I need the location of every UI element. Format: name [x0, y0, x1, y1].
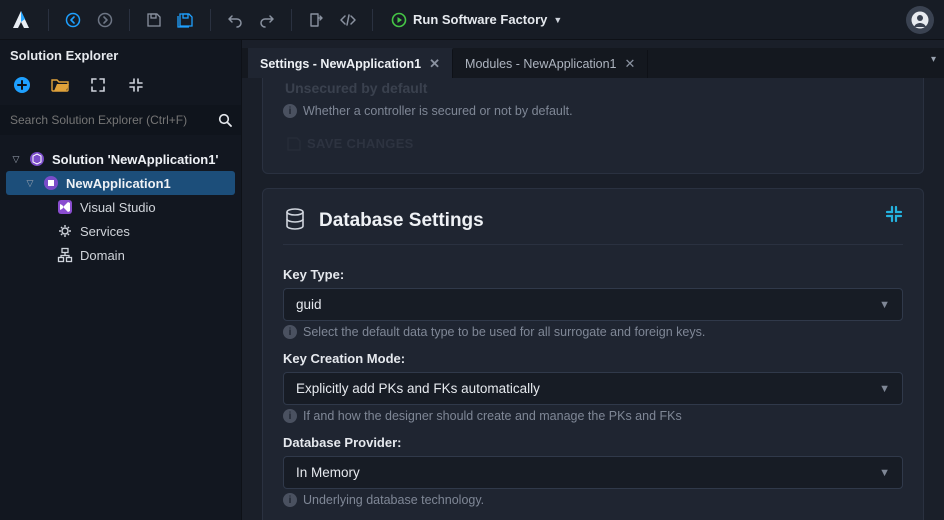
- search-icon[interactable]: [209, 113, 241, 127]
- field-hint: i Select the default data type to be use…: [283, 321, 903, 345]
- nav-back-button[interactable]: [59, 6, 87, 34]
- open-button[interactable]: [50, 75, 70, 95]
- field-hint: i If and how the designer should create …: [283, 405, 903, 429]
- hint-text: Whether a controller is secured or not b…: [303, 104, 573, 118]
- twisty-icon: ▽: [24, 178, 36, 189]
- tree-label: NewApplication1: [66, 176, 171, 191]
- close-icon[interactable]: ✕: [429, 56, 440, 72]
- info-icon: i: [283, 325, 297, 339]
- editor-area: Settings - NewApplication1 ✕ Modules - N…: [242, 40, 944, 520]
- tree-item-visual-studio[interactable]: Visual Studio: [6, 195, 235, 219]
- field-label: Key Creation Mode:: [283, 345, 903, 372]
- domain-icon: [56, 246, 74, 264]
- code-button[interactable]: [334, 6, 362, 34]
- section-title: Database Settings: [319, 210, 484, 232]
- play-icon: [391, 12, 407, 28]
- info-icon: i: [283, 409, 297, 423]
- hint-text: If and how the designer should create an…: [303, 409, 682, 423]
- save-label: SAVE CHANGES: [307, 136, 414, 151]
- tree-label: Services: [80, 224, 130, 239]
- tab-modules[interactable]: Modules - NewApplication1 ✕: [453, 50, 648, 78]
- select-value: Explicitly add PKs and FKs automatically: [296, 381, 540, 396]
- save-button[interactable]: [140, 6, 168, 34]
- save-icon: [287, 137, 301, 151]
- tree-label: Domain: [80, 248, 125, 263]
- tree-item-services[interactable]: Services: [6, 219, 235, 243]
- section-header: Database Settings: [283, 203, 903, 245]
- save-all-button[interactable]: [172, 6, 200, 34]
- solution-tree: ▽ Solution 'NewApplication1' ▽ NewApplic…: [0, 143, 241, 271]
- field-hint: i Underlying database technology.: [283, 489, 903, 513]
- api-settings-card-partial: Unsecured by default i Whether a control…: [262, 78, 924, 174]
- tree-solution-root[interactable]: ▽ Solution 'NewApplication1': [6, 147, 235, 171]
- caret-down-icon: ▼: [879, 383, 890, 395]
- visual-studio-icon: [56, 198, 74, 216]
- info-icon: i: [283, 493, 297, 507]
- search-input[interactable]: [0, 113, 209, 127]
- tab-label: Settings - NewApplication1: [260, 57, 421, 71]
- tree-label: Visual Studio: [80, 200, 156, 215]
- user-avatar[interactable]: [906, 6, 934, 34]
- services-icon: [56, 222, 74, 240]
- caret-down-icon: ▼: [553, 15, 562, 25]
- caret-down-icon: ▼: [879, 299, 890, 311]
- hint-text: Underlying database technology.: [303, 493, 484, 507]
- tab-settings[interactable]: Settings - NewApplication1 ✕: [248, 48, 453, 78]
- close-icon[interactable]: ✕: [625, 56, 636, 72]
- tab-label: Modules - NewApplication1: [465, 57, 616, 71]
- undo-button[interactable]: [221, 6, 249, 34]
- panel-toolbar: [0, 69, 241, 105]
- tree-label: Solution 'NewApplication1': [52, 152, 219, 167]
- app-icon: [42, 174, 60, 192]
- export-button[interactable]: [302, 6, 330, 34]
- twisty-icon: ▽: [10, 154, 22, 165]
- panel-title: Solution Explorer: [0, 40, 241, 69]
- tree-item-domain[interactable]: Domain: [6, 243, 235, 267]
- run-label: Run Software Factory: [413, 12, 547, 27]
- solution-icon: [28, 150, 46, 168]
- solution-explorer-panel: Solution Explorer ▽: [0, 40, 242, 520]
- top-toolbar: Run Software Factory ▼: [0, 0, 944, 40]
- collapse-button[interactable]: [885, 205, 903, 226]
- redo-button[interactable]: [253, 6, 281, 34]
- collapse-all-button[interactable]: [126, 75, 146, 95]
- app-logo: [10, 9, 32, 31]
- caret-down-icon: ▼: [879, 467, 890, 479]
- database-icon: [283, 207, 307, 234]
- partial-heading: Unsecured by default: [283, 78, 903, 100]
- field-label: Database Provider:: [283, 429, 903, 456]
- select-value: guid: [296, 297, 322, 312]
- database-settings-card: Database Settings Key Type: guid ▼ i Sel…: [262, 188, 924, 520]
- settings-content: Unsecured by default i Whether a control…: [242, 78, 944, 520]
- tab-bar: Settings - NewApplication1 ✕ Modules - N…: [242, 48, 944, 78]
- expand-all-button[interactable]: [88, 75, 108, 95]
- save-changes-button[interactable]: SAVE CHANGES: [283, 130, 418, 157]
- hint-text: Select the default data type to be used …: [303, 325, 705, 339]
- select-value: In Memory: [296, 465, 360, 480]
- info-icon: i: [283, 104, 297, 118]
- run-software-factory-button[interactable]: Run Software Factory ▼: [383, 8, 570, 32]
- field-label: Key Type:: [283, 261, 903, 288]
- field-hint: i Whether a controller is secured or not…: [283, 100, 903, 124]
- search-bar: [0, 105, 241, 135]
- key-type-select[interactable]: guid ▼: [283, 288, 903, 321]
- tree-app-node[interactable]: ▽ NewApplication1: [6, 171, 235, 195]
- database-provider-select[interactable]: In Memory ▼: [283, 456, 903, 489]
- nav-forward-button[interactable]: [91, 6, 119, 34]
- new-item-button[interactable]: [12, 75, 32, 95]
- key-creation-mode-select[interactable]: Explicitly add PKs and FKs automatically…: [283, 372, 903, 405]
